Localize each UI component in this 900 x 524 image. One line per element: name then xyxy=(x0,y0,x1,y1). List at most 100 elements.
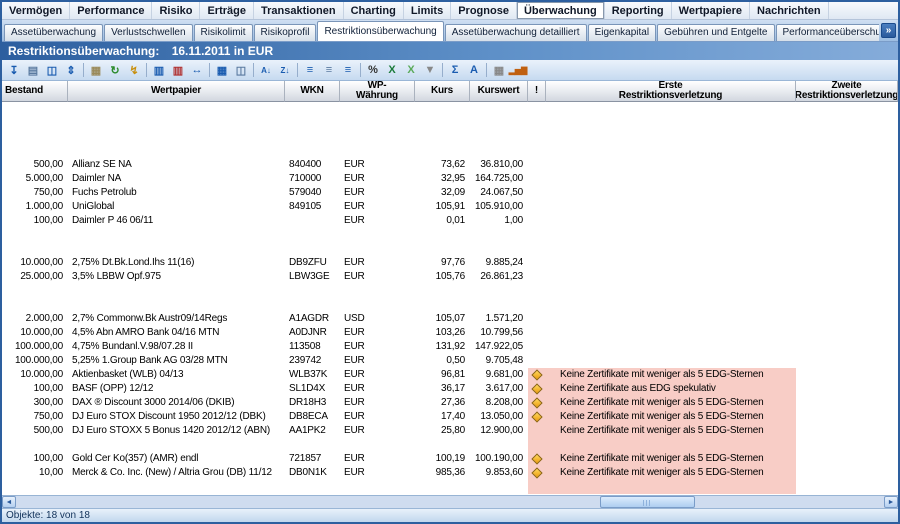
delete-column-icon[interactable]: ▥ xyxy=(169,62,187,79)
cell-kurswert xyxy=(470,130,528,144)
cell-wertpapier: DJ Euro STOX Discount 1950 2012/12 (DBK) xyxy=(68,410,285,424)
column-header-waehrung[interactable]: WP- Währung xyxy=(340,81,415,102)
percent-icon[interactable]: % xyxy=(364,62,382,79)
object-count: Objekte: 18 von 18 xyxy=(6,510,90,521)
tab-verlustschwellen[interactable]: Verlustschwellen xyxy=(104,24,192,41)
column-header-zweite[interactable]: Zweite Restriktionsverletzung xyxy=(796,81,898,102)
menu-item-wertpapiere[interactable]: Wertpapiere xyxy=(672,2,750,19)
table-row[interactable]: 500,00Allianz SE NA840400EUR73,6236.810,… xyxy=(2,158,898,172)
cell-kurswert xyxy=(470,102,528,116)
table-row[interactable]: 25.000,003,5% LBBW Opf.975LBW3GEEUR105,7… xyxy=(2,270,898,284)
sum-icon[interactable]: Σ xyxy=(446,62,464,79)
excel-import-icon[interactable]: X xyxy=(402,62,420,79)
horizontal-scrollbar[interactable]: ◄ ► xyxy=(2,495,898,508)
insert-column-icon[interactable]: ▥ xyxy=(150,62,168,79)
freeze-pane-icon[interactable]: ◫ xyxy=(232,62,250,79)
cell-bestand: 10.000,00 xyxy=(2,326,68,340)
column-header-wertpapier[interactable]: Wertpapier xyxy=(68,81,285,102)
column-header-erste[interactable]: Erste Restriktionsverletzung xyxy=(546,81,796,102)
menu-item-transaktionen[interactable]: Transaktionen xyxy=(254,2,344,19)
chart-icon[interactable]: ▂▅▇ xyxy=(509,62,527,79)
menu-item-charting[interactable]: Charting xyxy=(344,2,404,19)
align-left-icon[interactable]: ≡ xyxy=(301,62,319,79)
menu-item-verm-gen[interactable]: Vermögen xyxy=(2,2,70,19)
table-row[interactable]: 750,00Fuchs Petrolub579040EUR32,0924.067… xyxy=(2,186,898,200)
cell-bestand xyxy=(2,116,68,130)
align-center-icon[interactable]: ≡ xyxy=(320,62,338,79)
column-header-warn[interactable]: ! xyxy=(528,81,546,102)
tab-restriktions-berwachung[interactable]: Restriktionsüberwachung xyxy=(317,21,443,41)
export-updown-icon[interactable]: ⇕ xyxy=(62,62,80,79)
table-row[interactable]: 750,00DJ Euro STOX Discount 1950 2012/12… xyxy=(2,410,898,424)
column-header-kurs[interactable]: Kurs xyxy=(415,81,470,102)
table-row-blank xyxy=(2,116,898,130)
column-width-icon[interactable]: ↔ xyxy=(188,62,206,79)
layout-window-icon[interactable]: ◫ xyxy=(43,62,61,79)
cell-zweite xyxy=(796,270,898,284)
table-row[interactable]: 10.000,004,5% Abn AMRO Bank 04/16 MTNA0D… xyxy=(2,326,898,340)
cell-erste: Keine Zertifikate mit weniger als 5 EDG-… xyxy=(546,466,796,480)
refresh-icon[interactable]: ↻ xyxy=(106,62,124,79)
table-row[interactable]: 100.000,005,25% 1.Group Bank AG 03/28 MT… xyxy=(2,354,898,368)
cell-zweite xyxy=(796,172,898,186)
column-header-bestand[interactable]: Bestand xyxy=(2,81,68,102)
grid-icon[interactable]: ▦ xyxy=(490,62,508,79)
scrollbar-thumb[interactable] xyxy=(600,496,695,508)
copy-page-icon[interactable]: ▤ xyxy=(24,62,42,79)
toolbar-separator xyxy=(486,63,487,77)
import-table-icon[interactable]: ↧ xyxy=(5,62,23,79)
tab-risikoprofil[interactable]: Risikoprofil xyxy=(254,24,317,41)
cell-waehrung xyxy=(340,116,415,130)
sort-ascending-icon[interactable]: A↓ xyxy=(257,62,275,79)
menu-item-performance[interactable]: Performance xyxy=(70,2,152,19)
table-row[interactable]: 10.000,00Aktienbasket (WLB) 04/13WLB37KE… xyxy=(2,368,898,382)
font-icon[interactable]: A xyxy=(465,62,483,79)
cell-kurs xyxy=(415,116,470,130)
cell-kurs: 0,01 xyxy=(415,214,470,228)
table-row[interactable]: 10,00Merck & Co. Inc. (New) / Altria Gro… xyxy=(2,466,898,480)
table-row[interactable]: 5.000,00Daimler NA710000EUR32,95164.725,… xyxy=(2,172,898,186)
menu-item-berwachung[interactable]: Überwachung xyxy=(517,2,605,19)
column-header-kurswert[interactable]: Kurswert xyxy=(470,81,528,102)
menu-item-limits[interactable]: Limits xyxy=(404,2,451,19)
table-row[interactable]: 100,00BASF (OPP) 12/12SL1D4XEUR36,173.61… xyxy=(2,382,898,396)
cell-waehrung xyxy=(340,144,415,158)
scroll-left-button[interactable]: ◄ xyxy=(2,496,16,508)
excel-export-icon[interactable]: X xyxy=(383,62,401,79)
menu-item-ertr-ge[interactable]: Erträge xyxy=(200,2,254,19)
calendar-icon[interactable]: ▦ xyxy=(87,62,105,79)
sort-descending-icon[interactable]: Z↓ xyxy=(276,62,294,79)
lightning-icon[interactable]: ↯ xyxy=(125,62,143,79)
table-row[interactable]: 1.000,00UniGlobal849105EUR105,91105.910,… xyxy=(2,200,898,214)
table-row[interactable]: 300,00DAX ® Discount 3000 2014/06 (DKIB)… xyxy=(2,396,898,410)
tab-asset-berwachung[interactable]: Assetüberwachung xyxy=(4,24,103,41)
column-header-wkn[interactable]: WKN xyxy=(285,81,340,102)
cell-kurswert: 9.885,24 xyxy=(470,256,528,270)
menu-item-prognose[interactable]: Prognose xyxy=(451,2,517,19)
warning-icon xyxy=(531,411,542,422)
table-row[interactable]: 100.000,004,75% Bundanl.V.98/07.28 II113… xyxy=(2,340,898,354)
table-row[interactable]: 100,00Daimler P 46 06/11EUR0,011,00 xyxy=(2,214,898,228)
menu-item-nachrichten[interactable]: Nachrichten xyxy=(750,2,829,19)
menu-item-risiko[interactable]: Risiko xyxy=(152,2,200,19)
cell-kurs: 32,09 xyxy=(415,186,470,200)
tab-overflow-button[interactable]: » xyxy=(881,23,896,38)
toolbar-separator xyxy=(146,63,147,77)
tab-eigenkapital[interactable]: Eigenkapital xyxy=(588,24,656,41)
table-row[interactable]: 10.000,002,75% Dt.Bk.Lond.Ihs 11(16)DB9Z… xyxy=(2,256,898,270)
table-row[interactable]: 100,00Gold Cer Ko(357) (AMR) endl721857E… xyxy=(2,452,898,466)
tab-asset-berwachung-detailliert[interactable]: Assetüberwachung detailliert xyxy=(445,24,587,41)
filter-icon[interactable]: ▼ xyxy=(421,62,439,79)
table-icon[interactable]: ▦ xyxy=(213,62,231,79)
table-row[interactable]: 2.000,002,7% Commonw.Bk Austr09/14RegsA1… xyxy=(2,312,898,326)
cell-kurs: 36,17 xyxy=(415,382,470,396)
tab-risikolimit[interactable]: Risikolimit xyxy=(194,24,253,41)
tab-geb-hren-und-entgelte[interactable]: Gebühren und Entgelte xyxy=(657,24,774,41)
cell-wertpapier: 5,25% 1.Group Bank AG 03/28 MTN xyxy=(68,354,285,368)
table-row[interactable]: 500,00DJ Euro STOXX 5 Bonus 1420 2012/12… xyxy=(2,424,898,438)
cell-wertpapier: Fuchs Petrolub xyxy=(68,186,285,200)
menu-item-reporting[interactable]: Reporting xyxy=(605,2,672,19)
align-right-icon[interactable]: ≡ xyxy=(339,62,357,79)
scroll-right-button[interactable]: ► xyxy=(884,496,898,508)
tab-performance-berschuss[interactable]: Performanceüberschuss xyxy=(776,24,880,41)
